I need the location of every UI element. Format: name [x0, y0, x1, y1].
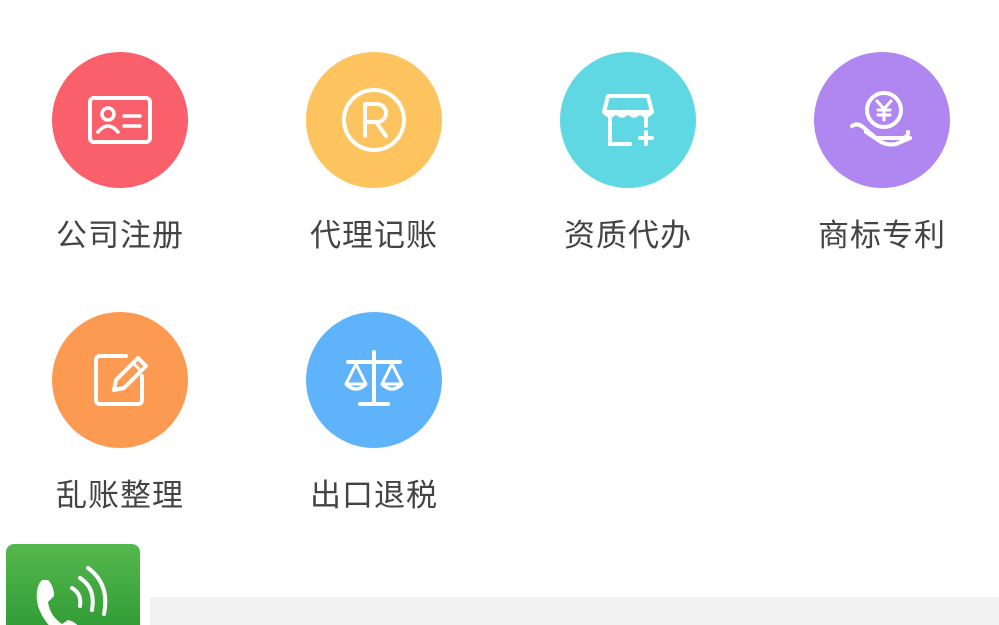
service-grid: 公司注册 代理记账 资质代办 商标专利 乱账整理 出口退税	[0, 0, 999, 540]
registered-icon	[306, 52, 442, 188]
service-page: 公司注册 代理记账 资质代办 商标专利 乱账整理 出口退税	[0, 0, 999, 625]
service-label: 公司注册	[56, 218, 184, 254]
store-add-icon	[560, 52, 696, 188]
service-export-tax-refund[interactable]: 出口退税	[274, 312, 474, 542]
phone-icon	[36, 566, 108, 625]
service-label: 资质代办	[564, 218, 692, 254]
service-bookkeeping[interactable]: 代理记账	[274, 52, 474, 282]
service-qualification[interactable]: 资质代办	[528, 52, 728, 282]
scales-icon	[306, 312, 442, 448]
service-label: 乱账整理	[56, 478, 184, 514]
service-account-cleanup[interactable]: 乱账整理	[20, 312, 220, 542]
id-card-icon	[52, 52, 188, 188]
phone-call-button[interactable]	[6, 544, 140, 625]
yen-hand-icon	[814, 52, 950, 188]
bottom-bar	[150, 597, 999, 625]
service-label: 商标专利	[818, 218, 946, 254]
edit-icon	[52, 312, 188, 448]
service-company-registration[interactable]: 公司注册	[20, 52, 220, 282]
service-label: 代理记账	[310, 218, 438, 254]
service-label: 出口退税	[310, 478, 438, 514]
service-trademark-patent[interactable]: 商标专利	[782, 52, 982, 282]
